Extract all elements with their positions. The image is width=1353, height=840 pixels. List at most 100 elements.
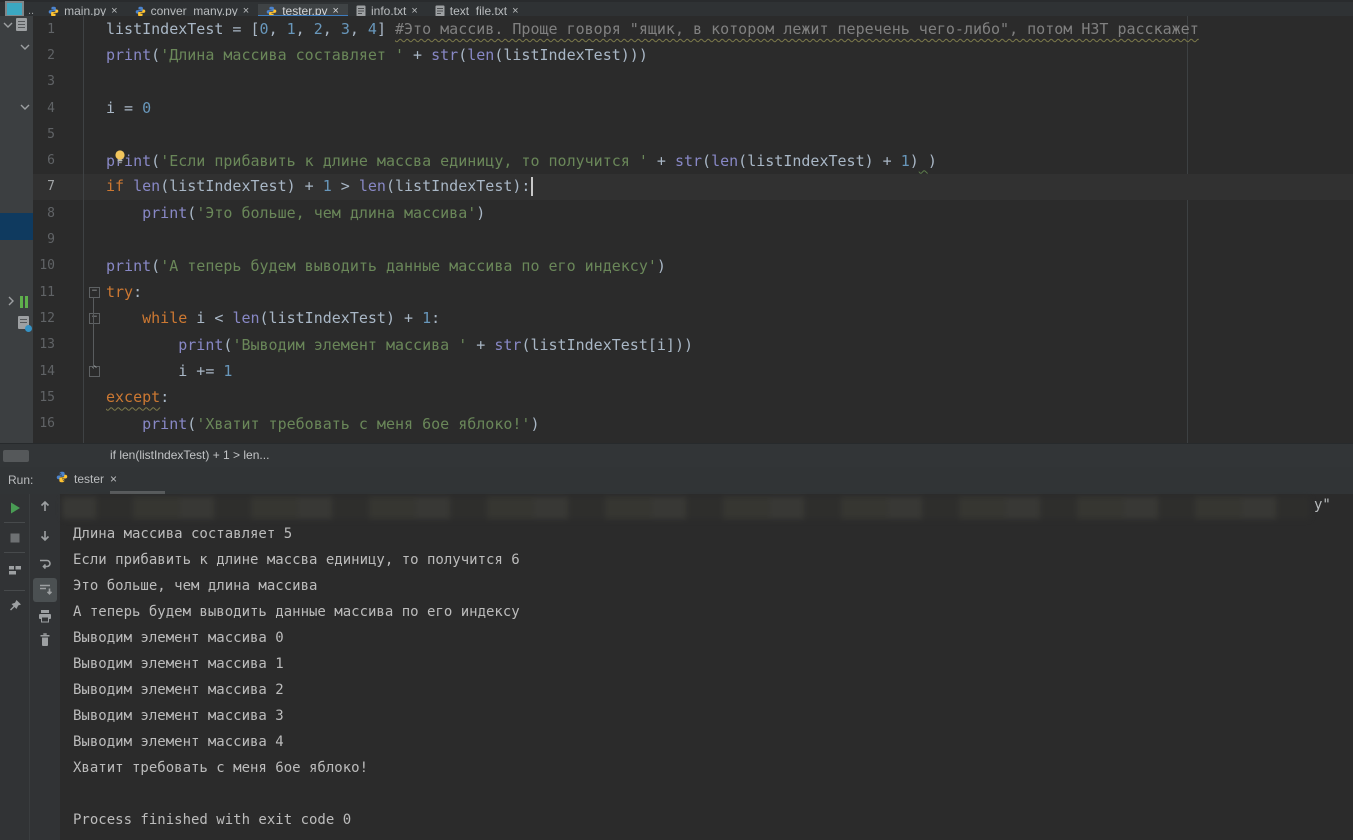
console-line: Если прибавить к длине массва единицу, т… (73, 552, 520, 568)
fold-gutter[interactable] (83, 147, 106, 174)
code-line[interactable]: 4 i = 0 (33, 94, 1353, 122)
divider (4, 590, 25, 591)
line-number[interactable]: 10 (33, 258, 83, 273)
line-number[interactable]: 7 (33, 179, 83, 194)
code-line[interactable]: 13 print('Выводим элемент массива ' + st… (33, 331, 1353, 358)
code-text: print('Выводим элемент массива ' + str(l… (178, 335, 694, 354)
code-line[interactable]: 11− try: (33, 278, 1353, 306)
chevron-down-icon[interactable] (19, 42, 31, 52)
line-number[interactable]: 6 (33, 153, 83, 168)
sciview-bars-icon[interactable] (20, 295, 30, 313)
fold-collapse-icon[interactable]: − (89, 286, 100, 298)
code-text: try: (106, 283, 143, 302)
tab-close-icon[interactable]: × (512, 6, 518, 17)
code-line[interactable]: 9 (33, 226, 1353, 253)
chevron-down-icon[interactable] (2, 20, 14, 30)
line-number[interactable]: 8 (33, 206, 83, 221)
chevron-down-icon[interactable] (19, 102, 31, 112)
teal-square-icon[interactable] (5, 1, 24, 17)
tab-close-icon[interactable]: × (333, 6, 339, 17)
fold-gutter[interactable] (83, 42, 106, 69)
up-stack-button[interactable] (37, 498, 53, 514)
code-line[interactable]: 12− while i < len(listIndexTest) + 1: (33, 305, 1353, 332)
rerun-button[interactable] (7, 500, 23, 516)
scroll-to-end-button[interactable] (33, 578, 57, 602)
fold-gutter[interactable] (83, 410, 106, 437)
python-file-icon (135, 6, 146, 17)
line-number[interactable]: 12 (33, 311, 83, 326)
fold-gutter[interactable]: − (83, 305, 106, 332)
fold-gutter[interactable] (83, 121, 106, 148)
soft-wrap-button[interactable] (37, 556, 53, 572)
editor-pane: 1 listIndexTest = [0, 1, 2, 3, 4] #Это ма… (0, 16, 1353, 443)
pin-tab-button[interactable] (7, 598, 23, 614)
code-line[interactable]: 2 print('Длина массива составляет ' + str… (33, 42, 1353, 69)
line-number[interactable]: 14 (33, 364, 83, 379)
line-number[interactable]: 1 (33, 22, 83, 37)
line-number[interactable]: 5 (33, 127, 83, 142)
line-number[interactable]: 9 (33, 232, 83, 247)
run-panel: у" Длина массива составляет 5 Если прибав… (0, 494, 1353, 840)
line-number[interactable]: 16 (33, 416, 83, 431)
code-line[interactable]: 10 print('А теперь будем выводить данные … (33, 252, 1353, 279)
fold-gutter[interactable] (83, 384, 106, 411)
fold-collapse-icon[interactable]: − (89, 312, 100, 324)
fold-gutter[interactable] (83, 16, 106, 43)
code-line[interactable]: 16 print('Хватит требовать с меня 6ое яб… (33, 410, 1353, 437)
console-line: Выводим элемент массива 0 (73, 630, 284, 646)
fold-gutter[interactable]: ^ (83, 357, 106, 385)
tab-close-icon[interactable]: × (243, 6, 249, 17)
line-number[interactable]: 11 (33, 285, 83, 300)
chevron-right-icon[interactable] (6, 295, 16, 307)
intention-bulb-icon[interactable] (113, 149, 127, 170)
fold-gutter[interactable] (83, 331, 106, 358)
code-line[interactable]: 6 print('Если прибавить к длине массва ед… (33, 147, 1353, 174)
project-tree-strip[interactable] (0, 16, 33, 443)
stop-button[interactable] (7, 530, 23, 546)
code-text: print('А теперь будем выводить данные ма… (106, 256, 666, 275)
file-icon[interactable] (16, 18, 27, 31)
code-line[interactable]: 14 ^ i += 1 (33, 357, 1353, 385)
fold-gutter[interactable] (83, 252, 106, 279)
tab-close-icon[interactable]: × (411, 6, 417, 17)
code-line[interactable]: 8 print('Это больше, чем длина массива') (33, 200, 1353, 227)
code-line[interactable]: 7 if len(listIndexTest) + 1 > len(listInd… (33, 173, 1353, 201)
line-number[interactable]: 2 (33, 48, 83, 63)
fold-end-icon[interactable]: ^ (89, 365, 100, 377)
line-number[interactable]: 15 (33, 390, 83, 405)
fold-gutter[interactable] (83, 226, 106, 253)
editor-hscrollbar-thumb[interactable] (3, 450, 29, 462)
code-line[interactable]: 5 (33, 121, 1353, 148)
code-text: print('Длина массива составляет ' + str(… (106, 46, 648, 65)
divider (4, 552, 25, 553)
restore-layout-button[interactable] (7, 562, 23, 578)
python-file-badge-icon[interactable] (18, 316, 32, 332)
context-bar: if len(listIndexTest) + 1 > len... (0, 443, 1353, 467)
line-number[interactable]: 4 (33, 101, 83, 116)
close-icon[interactable]: × (110, 473, 117, 485)
code-line[interactable]: 3 (33, 68, 1353, 95)
code-text: print('Это больше, чем длина массива') (142, 204, 486, 223)
line-number[interactable]: 3 (33, 74, 83, 89)
code-line[interactable]: 1 listIndexTest = [0, 1, 2, 3, 4] #Это ма… (33, 16, 1353, 43)
tab-overflow-dots[interactable]: .. (28, 6, 34, 17)
console-command-line-blurred (62, 497, 1310, 519)
fold-gutter[interactable]: − (83, 278, 106, 306)
run-tab-tester[interactable]: tester × (56, 471, 117, 486)
fold-gutter[interactable] (83, 94, 106, 122)
tab-close-icon[interactable]: × (111, 6, 117, 17)
print-button[interactable] (37, 608, 53, 624)
console-line: Process finished with exit code 0 (73, 812, 352, 828)
line-number[interactable]: 13 (33, 337, 83, 352)
code-text: while i < len(listIndexTest) + 1: (142, 309, 441, 328)
down-stack-button[interactable] (37, 528, 53, 544)
fold-gutter[interactable] (83, 68, 106, 95)
console-line: А теперь будем выводить данные массива п… (73, 604, 520, 620)
code-lines[interactable]: 1 listIndexTest = [0, 1, 2, 3, 4] #Это ма… (33, 16, 1353, 443)
fold-gutter[interactable] (83, 173, 106, 201)
fold-gutter[interactable] (83, 200, 106, 227)
run-console[interactable]: у" Длина массива составляет 5 Если прибав… (60, 494, 1353, 840)
clear-console-button[interactable] (37, 632, 53, 648)
code-line[interactable]: 15 except: (33, 384, 1353, 411)
console-line: Это больше, чем длина массива (73, 578, 318, 594)
